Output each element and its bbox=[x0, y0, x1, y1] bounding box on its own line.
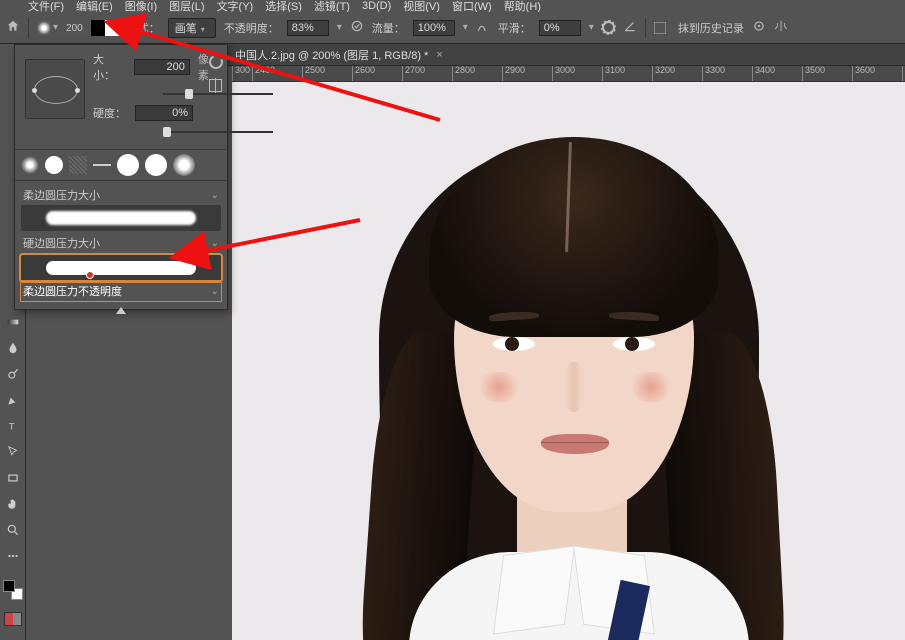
brush-thumb-big2[interactable] bbox=[145, 154, 167, 176]
hand-tool-icon[interactable] bbox=[2, 494, 24, 514]
quick-mask-icon[interactable] bbox=[4, 612, 22, 626]
svg-text:T: T bbox=[8, 422, 14, 432]
ruler-horizontal: 300 2400 2500 2600 2700 2800 2900 3000 3… bbox=[232, 66, 905, 82]
brush-preset-item[interactable]: 柔边圆压力大小 ⌄ bbox=[21, 185, 221, 231]
symmetry-icon[interactable] bbox=[774, 19, 788, 36]
pen-tool-icon[interactable] bbox=[2, 390, 24, 410]
brush-thumb-texture[interactable] bbox=[69, 156, 87, 174]
brush-thumbnail-row bbox=[15, 149, 227, 181]
brush-preset-label: 柔边圆压力大小 bbox=[23, 187, 100, 203]
brush-preview-icon bbox=[37, 21, 51, 35]
erase-history-checkbox[interactable] bbox=[654, 22, 666, 34]
path-select-tool-icon[interactable] bbox=[2, 442, 24, 462]
foreground-color-swatch bbox=[3, 580, 15, 592]
ruler-tick: 2500 bbox=[302, 66, 352, 81]
brush-list-size-slider[interactable] bbox=[21, 305, 221, 317]
brush-thumb-soft[interactable] bbox=[21, 156, 39, 174]
dodge-tool-icon[interactable] bbox=[2, 364, 24, 384]
ruler-tick: 3600 bbox=[852, 66, 902, 81]
brush-hardness-slider[interactable] bbox=[163, 127, 273, 137]
brush-preset-label: 硬边圆压力大小 bbox=[23, 235, 100, 251]
color-swatches[interactable] bbox=[3, 580, 23, 600]
ruler-tick: 3000 bbox=[552, 66, 602, 81]
home-icon[interactable] bbox=[6, 19, 20, 36]
swap-colors[interactable] bbox=[91, 20, 119, 36]
ruler-tick: 3100 bbox=[602, 66, 652, 81]
canvas[interactable] bbox=[232, 82, 905, 640]
menu-bar: 文件(F) 编辑(E) 图像(I) 图层(L) 文字(Y) 选择(S) 滤镜(T… bbox=[0, 0, 905, 12]
brush-size-input[interactable]: 200 bbox=[134, 59, 190, 75]
brush-preset-picker[interactable]: ▾ bbox=[37, 21, 58, 35]
brush-size-readout: 200 bbox=[66, 23, 83, 34]
erase-history-label: 抹到历史记录 bbox=[678, 20, 744, 36]
rectangle-tool-icon[interactable] bbox=[2, 468, 24, 488]
airbrush-icon[interactable] bbox=[476, 19, 490, 36]
mode-label: 模式： bbox=[127, 20, 160, 36]
ruler-tick: 2900 bbox=[502, 66, 552, 81]
ruler-tick: 300 bbox=[232, 66, 252, 81]
brush-hardness-label: 硬度： bbox=[93, 105, 127, 121]
ruler-tick: 3300 bbox=[702, 66, 752, 81]
ruler-tick: 3500 bbox=[802, 66, 852, 81]
ruler-tick: 2400 bbox=[252, 66, 302, 81]
chevron-down-icon: ⌄ bbox=[211, 238, 219, 249]
opacity-label: 不透明度： bbox=[224, 20, 279, 36]
portrait-image bbox=[289, 82, 849, 640]
smoothing-settings-icon[interactable] bbox=[602, 21, 615, 34]
smooth-label: 平滑： bbox=[498, 20, 531, 36]
ruler-tick: 2600 bbox=[352, 66, 402, 81]
opacity-input[interactable]: 83% bbox=[287, 20, 329, 36]
ruler-tick: 3200 bbox=[652, 66, 702, 81]
smooth-input[interactable]: 0% bbox=[539, 20, 581, 36]
type-tool-icon[interactable]: T bbox=[2, 416, 24, 436]
mode-select[interactable]: 画笔 bbox=[168, 18, 216, 38]
zoom-tool-icon[interactable] bbox=[2, 520, 24, 540]
divider bbox=[28, 18, 29, 38]
brush-preset-item[interactable]: 硬边圆压力大小 ⌄ bbox=[21, 233, 221, 253]
chevron-down-icon: ⌄ bbox=[211, 190, 219, 201]
reset-brush-icon[interactable] bbox=[207, 53, 225, 71]
brush-thumb-hard[interactable] bbox=[45, 156, 63, 174]
angle-icon[interactable] bbox=[623, 19, 637, 36]
brush-preset-panel: 大小： 200 像素 硬度： 0% 柔边圆压力大小⌄ 硬边圆压力大小⌄ bbox=[14, 44, 228, 310]
background-swatch bbox=[105, 20, 119, 36]
close-tab-icon[interactable]: × bbox=[436, 49, 442, 61]
brush-preset-label: 柔边圆压力不透明度 bbox=[23, 283, 122, 299]
blur-tool-icon[interactable] bbox=[2, 338, 24, 358]
brush-tip-preview[interactable] bbox=[25, 59, 85, 119]
foreground-swatch bbox=[91, 20, 105, 36]
brush-thumb-big[interactable] bbox=[117, 154, 139, 176]
brush-preset-list[interactable]: 柔边圆压力大小 ⌄ 硬边圆压力大小 ⌄ 柔边圆压力不透明度 ⌄ bbox=[15, 181, 227, 323]
divider bbox=[645, 18, 646, 38]
ruler-tick: 3400 bbox=[752, 66, 802, 81]
document-tab[interactable]: 中国人.2.jpg @ 200% (图层 1, RGB/8) * bbox=[235, 47, 428, 63]
options-bar: ▾ 200 模式： 画笔 不透明度： 83%▾ 流量： 100%▾ 平滑： 0%… bbox=[0, 12, 905, 44]
edit-toolbar-icon[interactable] bbox=[2, 546, 24, 566]
ruler-tick: 2800 bbox=[452, 66, 502, 81]
brush-preset-item-selected[interactable]: 柔边圆压力不透明度 ⌄ bbox=[21, 255, 221, 301]
brush-size-slider[interactable] bbox=[163, 89, 273, 99]
menu-3d[interactable]: 3D(D) bbox=[362, 0, 391, 12]
brush-thumb-bigsoft[interactable] bbox=[173, 154, 195, 176]
brush-thumb-line[interactable] bbox=[93, 164, 111, 166]
pressure-size-icon[interactable] bbox=[752, 19, 766, 36]
flow-input[interactable]: 100% bbox=[413, 20, 455, 36]
chevron-down-icon: ⌄ bbox=[211, 286, 219, 297]
brush-hardness-input[interactable]: 0% bbox=[135, 105, 193, 121]
pressure-opacity-icon[interactable] bbox=[350, 19, 364, 36]
brush-size-label: 大小： bbox=[93, 51, 126, 83]
ruler-tick: 2700 bbox=[402, 66, 452, 81]
flow-label: 流量： bbox=[372, 20, 405, 36]
